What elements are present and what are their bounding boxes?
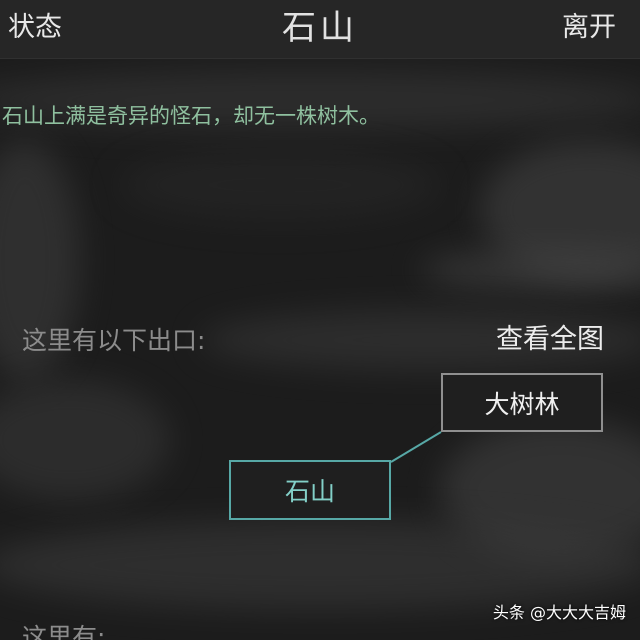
room-title: 石山 (282, 8, 358, 48)
top-bar: 状态 石山 离开 (0, 0, 640, 59)
exits-label: 这里有以下出口: (22, 326, 206, 355)
smoke-decoration (0, 380, 170, 500)
current-location-node[interactable]: 石山 (229, 460, 391, 520)
leave-button[interactable]: 离开 (562, 10, 616, 46)
room-description: 石山上满是奇异的怪石，却无一株树木。 (2, 104, 380, 128)
watermark-text: 头条 @大大大吉姆 (492, 603, 626, 622)
exit-connector-line (390, 431, 442, 463)
smoke-decoration (0, 520, 640, 610)
smoke-decoration (480, 140, 640, 280)
view-full-map-button[interactable]: 查看全图 (496, 322, 604, 358)
exit-node-big-forest[interactable]: 大树林 (441, 373, 603, 432)
smoke-decoration (120, 150, 440, 220)
game-screen: 状态 石山 离开 石山上满是奇异的怪石，却无一株树木。 这里有以下出口: 查看全… (0, 0, 640, 640)
smoke-decoration (420, 250, 640, 290)
smoke-decoration (440, 420, 640, 560)
items-here-label: 这里有: (22, 623, 106, 640)
